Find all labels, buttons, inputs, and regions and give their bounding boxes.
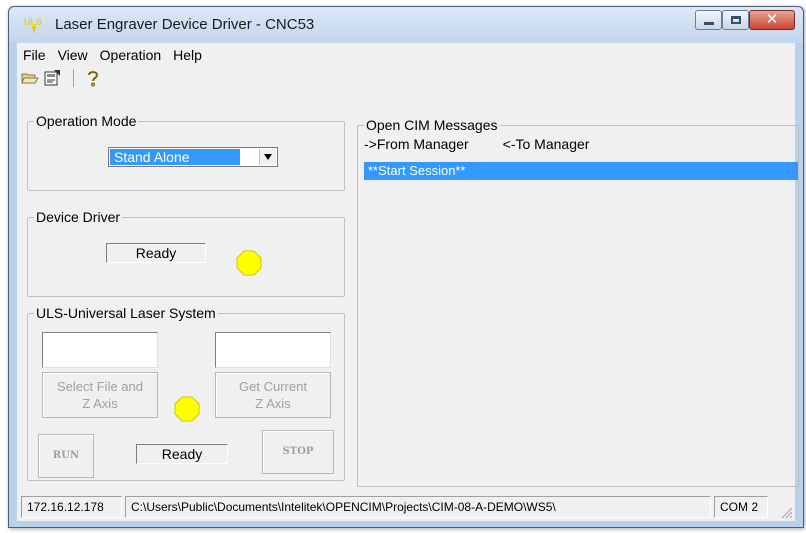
uls-title: ULS-Universal Laser System [34,305,218,321]
device-driver-status: Ready [106,243,206,263]
operation-mode-title: Operation Mode [34,113,139,129]
maximize-button[interactable] [722,10,749,30]
menu-bar: File View Operation Help [17,45,208,65]
menu-file[interactable]: File [17,45,52,65]
to-manager-label: <-To Manager [502,136,590,152]
messages-title: Open CIM Messages [364,117,500,133]
status-bar: 172.16.12.178 C:\Users\Public\Documents\… [17,493,795,521]
minimize-icon [704,22,714,25]
uls-lamp-icon [174,396,200,422]
maximize-icon [731,16,741,24]
title-bar[interactable]: ULS Laser Engraver Device Driver - CNC53… [9,7,803,43]
uls-group: ULS-Universal Laser System Select File a… [27,305,345,481]
get-z-axis-button[interactable]: Get Current Z Axis [215,372,331,418]
svg-text:ULS: ULS [24,17,42,27]
status-ip: 172.16.12.178 [21,496,122,518]
properties-icon[interactable] [43,69,61,87]
messages-group: Open CIM Messages ->From Manager <-To Ma… [357,117,799,487]
z-axis-field[interactable] [215,332,331,368]
open-folder-icon[interactable] [21,69,39,87]
window-controls: ✕ [695,10,795,30]
help-question-icon[interactable] [84,69,102,87]
window-title: Laser Engraver Device Driver - CNC53 [55,16,315,33]
status-port: COM 2 [714,496,768,518]
device-driver-title: Device Driver [34,209,123,225]
menu-operation[interactable]: Operation [94,45,167,65]
toolbar [21,67,106,89]
resize-grip-icon[interactable] [779,505,793,519]
from-manager-label: ->From Manager [364,136,469,152]
operation-mode-select[interactable]: Stand Alone [108,147,278,167]
close-button[interactable]: ✕ [749,10,795,30]
messages-legend: ->From Manager <-To Manager [364,136,589,152]
file-path-field[interactable] [42,332,158,368]
menu-help[interactable]: Help [167,45,208,65]
list-item[interactable]: **Start Session** [364,162,798,180]
stop-button[interactable]: STOP [262,430,334,474]
status-path: C:\Users\Public\Documents\Intelitek\OPEN… [125,496,711,518]
close-icon: ✕ [765,11,779,28]
toolbar-separator [73,69,74,87]
app-window: ULS Laser Engraver Device Driver - CNC53… [8,6,804,528]
operation-mode-group: Operation Mode Stand Alone [27,113,345,191]
device-driver-group: Device Driver Ready [27,209,345,297]
select-file-button[interactable]: Select File and Z Axis [42,372,158,418]
menu-view[interactable]: View [52,45,94,65]
client-area: File View Operation Help Operation Mode … [17,43,799,521]
uls-status: Ready [136,444,228,464]
device-driver-lamp-icon [236,250,262,276]
messages-list[interactable]: **Start Session** [364,162,798,180]
minimize-button[interactable] [695,10,722,30]
chevron-down-icon[interactable] [259,149,276,165]
run-button[interactable]: RUN [38,434,94,478]
uls-logo-icon: ULS [23,13,45,35]
operation-mode-value: Stand Alone [110,149,240,165]
